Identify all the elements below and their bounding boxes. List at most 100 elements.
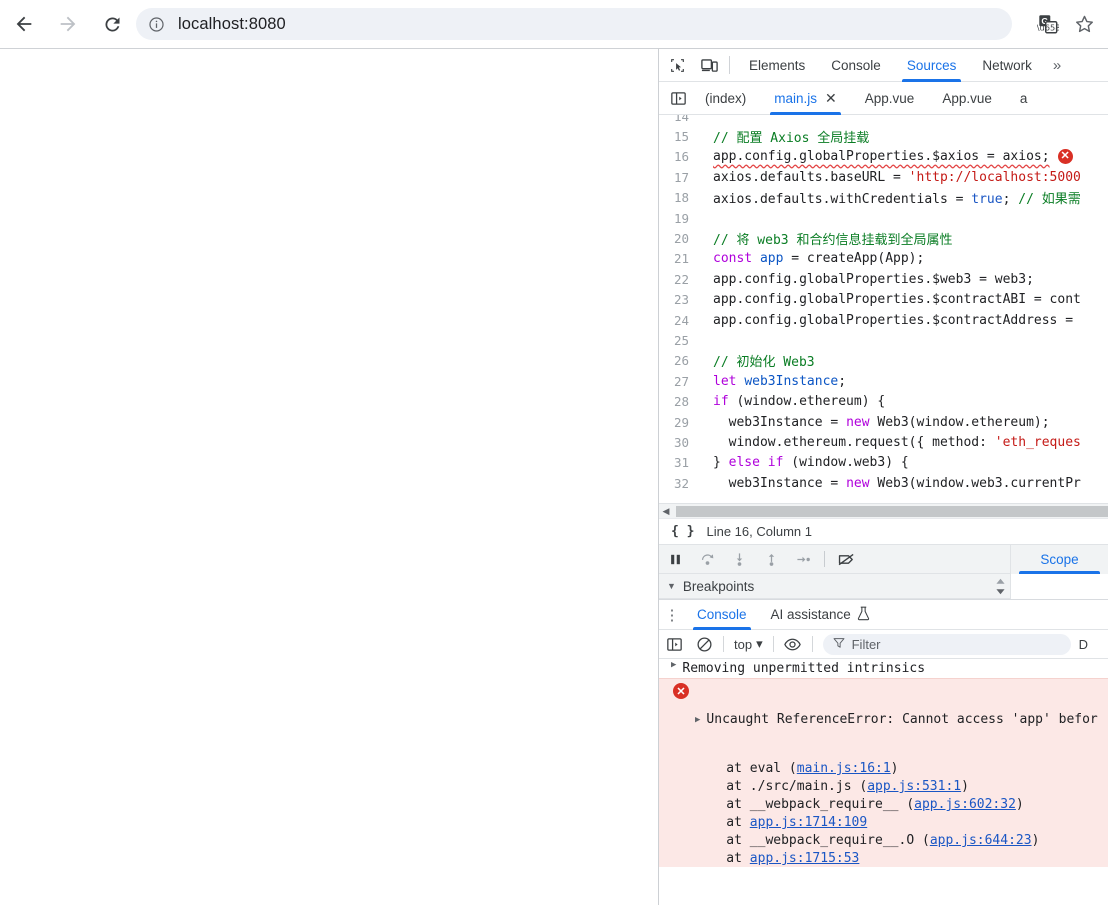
breakpoints-section[interactable]: ▼ Breakpoints xyxy=(659,574,1108,599)
inspect-element-button[interactable] xyxy=(663,51,691,79)
file-tab-main-js[interactable]: main.js ✕ xyxy=(760,82,851,115)
stack-frame-text: at xyxy=(695,851,750,866)
stack-frame-link[interactable]: app.js:1715:53 xyxy=(750,851,860,866)
stack-frame-link[interactable]: app.js:602:32 xyxy=(914,797,1016,812)
file-tab-app-vue-2[interactable]: App.vue xyxy=(928,82,1006,115)
code-editor[interactable]: 14 15 // 配置 Axios 全局挂载 16 app.config.globalP… xyxy=(659,115,1108,503)
error-badge-icon: ✕ xyxy=(673,683,689,699)
tab-scope[interactable]: Scope xyxy=(1010,545,1108,574)
error-headline-row[interactable]: ▶ Uncaught ReferenceError: Cannot access … xyxy=(695,711,1098,730)
code-line[interactable]: 19 xyxy=(659,208,1108,228)
code-line[interactable]: 21 const app = createApp(App); xyxy=(659,249,1108,269)
code-line[interactable]: 18 axios.defaults.withCredentials = true;… xyxy=(659,188,1108,208)
file-tab-app-vue-1[interactable]: App.vue xyxy=(851,82,929,115)
stack-frame-link[interactable]: app.js:644:23 xyxy=(930,833,1032,848)
code-line[interactable]: 15 // 配置 Axios 全局挂载 xyxy=(659,126,1108,146)
page-viewport[interactable] xyxy=(0,48,658,905)
more-options-button[interactable]: ⋮ xyxy=(659,606,685,624)
code-line[interactable]: 32 web3Instance = new Web3(window.web3.c… xyxy=(659,473,1108,493)
show-navigator-button[interactable] xyxy=(665,85,691,111)
address-bar[interactable]: localhost:8080 xyxy=(136,8,1012,40)
code-line[interactable]: 25 xyxy=(659,330,1108,350)
spinner-arrows-icon xyxy=(995,578,1005,595)
code-line[interactable]: 29 web3Instance = new Web3(window.ethere… xyxy=(659,412,1108,432)
console-message-log[interactable]: ▶ Removing unpermitted intrinsics xyxy=(659,659,1108,678)
deactivate-breakpoints-button[interactable] xyxy=(830,545,862,574)
drawer-tab-console[interactable]: Console xyxy=(685,599,759,630)
code-line[interactable]: 27 let web3Instance; xyxy=(659,371,1108,391)
debugger-toolbar: Scope xyxy=(659,545,1108,574)
more-tabs-button[interactable]: » xyxy=(1047,57,1067,74)
stack-frame-link[interactable]: app.js:1714:109 xyxy=(750,815,867,830)
tab-elements[interactable]: Elements xyxy=(736,49,818,82)
pretty-print-button[interactable]: { } xyxy=(671,524,694,539)
tab-network[interactable]: Network xyxy=(969,49,1045,82)
tab-console[interactable]: Console xyxy=(818,49,894,82)
log-levels-dropdown[interactable]: D xyxy=(1079,637,1088,652)
line-content: } else if (window.web3) { xyxy=(699,455,909,470)
code-line[interactable]: 23 app.config.globalProperties.$contractA… xyxy=(659,290,1108,310)
close-icon[interactable]: ✕ xyxy=(825,91,837,105)
code-token: if xyxy=(713,394,729,410)
code-line[interactable]: 20 // 将 web3 和合约信息挂载到全局属性 xyxy=(659,228,1108,248)
filter-icon xyxy=(833,637,845,652)
line-content: app.config.globalProperties.$web3 = web3… xyxy=(699,272,1034,287)
error-stack-trace: at eval (main.js:16:1) at ./src/main.js … xyxy=(695,760,1098,867)
code-line[interactable]: 24 app.config.globalProperties.$contractA… xyxy=(659,310,1108,330)
execution-context-selector[interactable]: top ▾ xyxy=(728,636,769,652)
code-token: = createApp(App); xyxy=(783,251,925,267)
pause-button[interactable] xyxy=(659,545,691,574)
line-number: 18 xyxy=(673,190,689,206)
tab-sources[interactable]: Sources xyxy=(894,49,970,82)
line-content: axios.defaults.withCredentials = true; /… xyxy=(699,188,1081,207)
editor-horizontal-scrollbar[interactable]: ◀ xyxy=(659,503,1108,518)
live-expression-button[interactable] xyxy=(778,630,808,659)
drawer-tab-ai-assistance[interactable]: AI assistance xyxy=(759,599,882,630)
site-info-icon[interactable] xyxy=(146,14,166,34)
step-button[interactable] xyxy=(787,545,819,574)
code-line[interactable]: 22 app.config.globalProperties.$web3 = we… xyxy=(659,269,1108,289)
resize-handle[interactable] xyxy=(992,576,1008,597)
code-lines: 14 15 // 配置 Axios 全局挂载 16 app.config.globalP… xyxy=(659,115,1108,493)
code-line[interactable]: 28 if (window.ethereum) { xyxy=(659,391,1108,411)
code-line[interactable]: 31} else if (window.web3) { xyxy=(659,453,1108,473)
code-line[interactable]: 30 window.ethereum.request({ method: 'et… xyxy=(659,432,1108,452)
step-over-button[interactable] xyxy=(691,545,723,574)
code-line[interactable]: 14 xyxy=(659,115,1108,126)
step-arrow-icon xyxy=(796,556,810,562)
translate-button[interactable]: G \u6587 xyxy=(1030,6,1066,42)
back-button[interactable] xyxy=(4,4,44,44)
step-out-button[interactable] xyxy=(755,545,787,574)
forward-button[interactable] xyxy=(48,4,88,44)
tab-network-label: Network xyxy=(982,57,1032,73)
stack-frame-link[interactable]: main.js:16:1 xyxy=(797,761,891,776)
step-into-button[interactable] xyxy=(723,545,755,574)
inline-error-icon[interactable]: ✕ xyxy=(1057,149,1073,165)
code-line[interactable]: 26 // 初始化 Web3 xyxy=(659,351,1108,371)
file-tab-overflow[interactable]: a xyxy=(1006,82,1042,115)
bookmark-star-button[interactable] xyxy=(1066,6,1102,42)
line-number: 14 xyxy=(673,115,689,124)
chevron-down-icon[interactable]: ▼ xyxy=(667,581,676,591)
code-line[interactable]: 17 axios.defaults.baseURL = 'http://local… xyxy=(659,167,1108,187)
stack-frame-link[interactable]: app.js:531:1 xyxy=(867,779,961,794)
code-line[interactable]: 16 app.config.globalProperties.$axios = a… xyxy=(659,147,1108,167)
scroll-left-arrow-icon[interactable]: ◀ xyxy=(659,506,673,517)
expand-triangle-icon[interactable]: ▶ xyxy=(695,711,706,729)
code-token: window.ethereum.request({ method: xyxy=(713,434,995,450)
reload-button[interactable] xyxy=(92,4,132,44)
device-toolbar-button[interactable] xyxy=(695,51,723,79)
scrollbar-thumb[interactable] xyxy=(676,506,1108,517)
line-content: // 初始化 Web3 xyxy=(699,351,815,370)
tab-sources-label: Sources xyxy=(906,57,957,73)
console-message-error[interactable]: ✕ ▶ Uncaught ReferenceError: Cannot acces… xyxy=(659,678,1108,867)
url-text[interactable]: localhost:8080 xyxy=(178,15,286,34)
stack-frame-text: at __webpack_require__.O ( xyxy=(695,833,930,848)
clear-console-button[interactable] xyxy=(689,630,719,659)
console-filter-input[interactable]: Filter xyxy=(822,633,1071,655)
stack-frame: at app.js:1714:109 xyxy=(695,814,1098,832)
tab-scope-label: Scope xyxy=(1040,552,1079,567)
console-sidebar-button[interactable] xyxy=(659,630,689,659)
expand-triangle-icon[interactable]: ▶ xyxy=(671,660,682,670)
file-tab-index[interactable]: (index) xyxy=(691,82,760,115)
